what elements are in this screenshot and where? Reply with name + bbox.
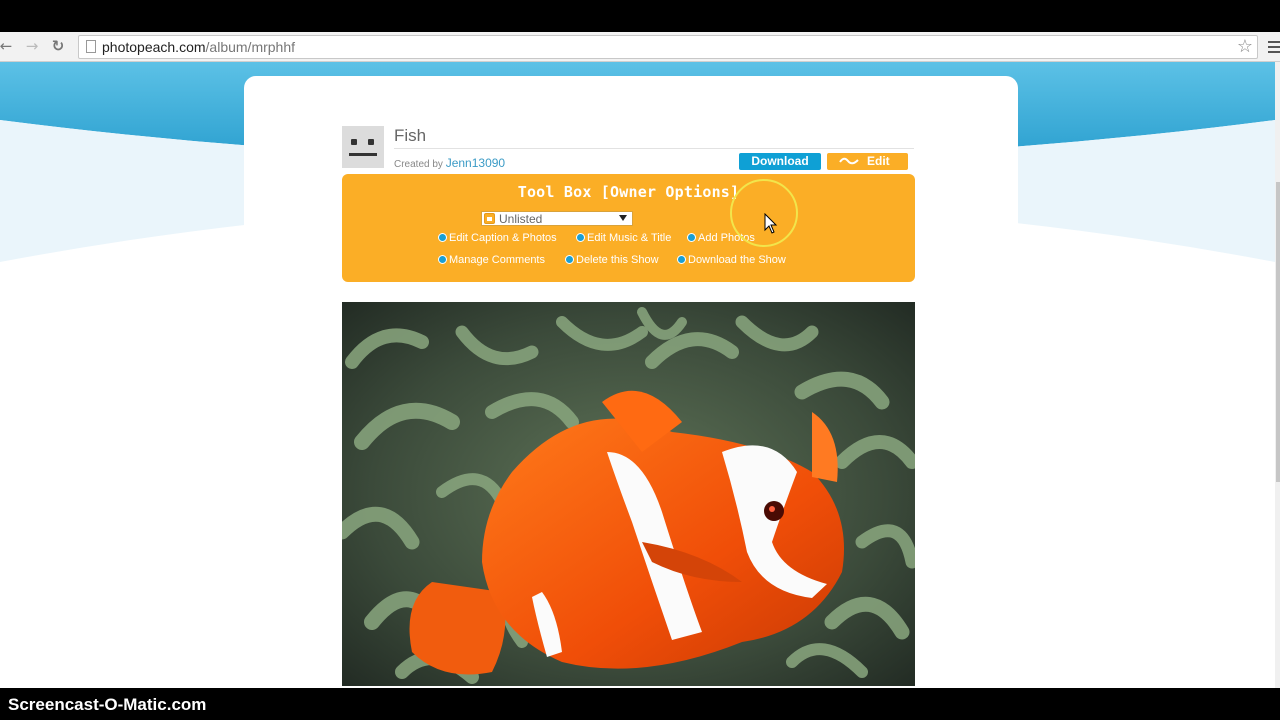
reload-icon[interactable]: ↻ [48,36,68,56]
bullet-icon [677,255,686,264]
visibility-value: Unlisted [499,212,543,226]
edit-button[interactable]: Edit [827,153,908,170]
edit-label: Edit [867,154,890,168]
manage-comments-link[interactable]: Manage Comments [438,254,545,266]
created-by: Created by Jenn13090 [394,156,505,170]
edit-wave-icon [839,157,859,165]
bullet-icon [438,255,447,264]
bullet-icon [438,233,447,242]
show-card: Fish Created by Jenn13090 Download Edit … [244,76,1018,688]
recorder-bar: Screencast-O-Matic.com [0,688,1280,720]
edit-caption-label: Edit Caption & Photos [449,232,557,244]
forward-arrow-icon[interactable]: → [22,36,42,56]
url-text: photopeach.com/album/mrphhf [102,39,295,55]
address-bar[interactable]: photopeach.com/album/mrphhf ☆ [78,35,1258,59]
add-photos-label: Add Photos [698,232,755,244]
toolbox-title: Tool Box [Owner Options] [517,183,740,201]
created-by-label: Created by [394,159,443,170]
lock-icon [484,213,495,224]
add-photos-link[interactable]: Add Photos [687,232,755,244]
page-viewport: Fish Created by Jenn13090 Download Edit … [0,62,1275,688]
back-arrow-icon[interactable]: ← [0,36,16,56]
creator-link[interactable]: Jenn13090 [446,156,505,170]
scrollbar-thumb[interactable] [1276,182,1280,482]
clownfish-photo[interactable] [342,302,915,686]
browser-toolbar: ← → ↻ photopeach.com/album/mrphhf ☆ [0,32,1280,62]
download-show-link[interactable]: Download the Show [677,254,786,266]
toolbox-panel: Tool Box [Owner Options] Unlisted Edit C… [342,174,915,282]
url-path: /album/mrphhf [205,39,296,55]
edit-caption-link[interactable]: Edit Caption & Photos [438,232,557,244]
dropdown-arrow-icon [619,215,627,221]
manage-comments-label: Manage Comments [449,254,545,266]
star-icon[interactable]: ☆ [1237,36,1253,58]
screen-top-border [0,0,1280,32]
page-scrollbar[interactable] [1275,62,1280,688]
show-title: Fish [394,126,427,145]
watermark-text: Screencast-O-Matic.com [8,695,207,714]
delete-show-label: Delete this Show [576,254,659,266]
bullet-icon [576,233,585,242]
delete-show-link[interactable]: Delete this Show [565,254,659,266]
url-domain: photopeach.com [102,39,206,55]
bullet-icon [565,255,574,264]
edit-music-label: Edit Music & Title [587,232,672,244]
page-icon [86,40,96,53]
user-avatar[interactable] [342,126,384,168]
download-show-label: Download the Show [688,254,786,266]
title-divider [394,148,914,149]
visibility-select[interactable]: Unlisted [481,211,633,226]
download-button[interactable]: Download [739,153,821,170]
bullet-icon [687,233,696,242]
edit-music-link[interactable]: Edit Music & Title [576,232,671,244]
hamburger-menu-icon[interactable] [1268,38,1280,54]
